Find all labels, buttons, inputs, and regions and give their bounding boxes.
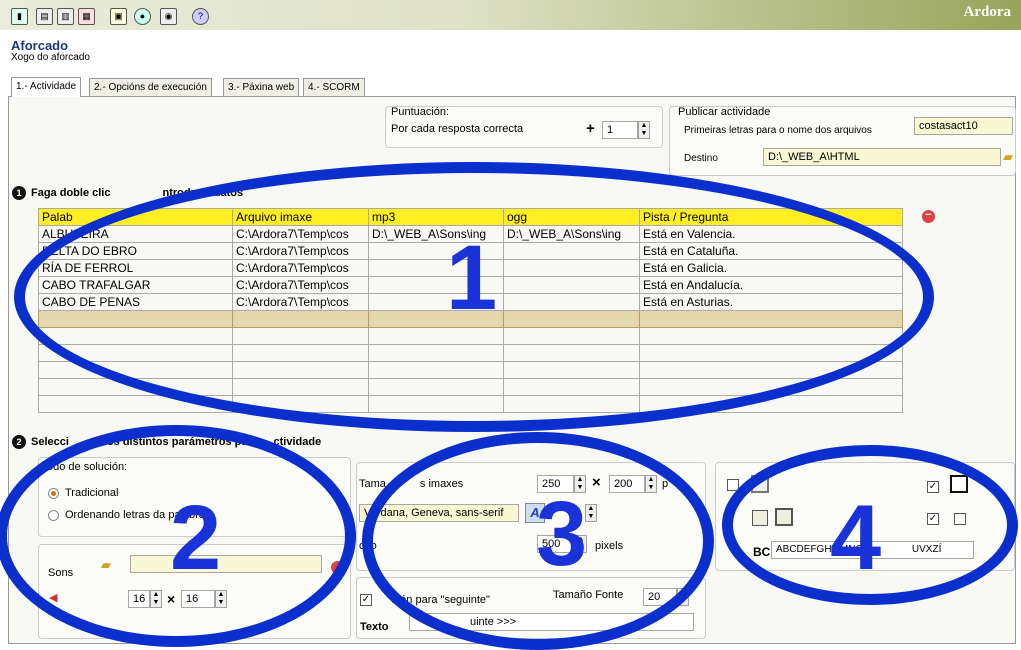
publicar-legend: Publicar actividade xyxy=(678,106,771,118)
destino-label: Destino xyxy=(684,153,718,164)
page-title: Aforcado xyxy=(11,38,69,53)
annotation-number-2: 2 xyxy=(170,487,222,589)
annotation-number-3: 3 xyxy=(536,483,588,585)
seguinte-checkbox[interactable]: ✓ xyxy=(360,594,372,606)
tab-scorm[interactable]: 4.- SCORM xyxy=(303,78,365,97)
copy-icon[interactable]: ▥ xyxy=(57,8,74,25)
publicar-box: Publicar actividade Primeiras letras par… xyxy=(669,106,1016,176)
tab-actividade[interactable]: 1.- Actividade xyxy=(11,77,82,97)
texto-label: Texto xyxy=(360,621,389,633)
puntuacion-box: Puntuación: Por cada resposta correcta +… xyxy=(385,106,663,148)
delete-row-icon[interactable]: − xyxy=(922,210,935,223)
tab-paxina-web[interactable]: 3.- Páxina web xyxy=(223,78,300,97)
plus-icon: + xyxy=(586,120,595,137)
prefix-label: Primeiras letras para o nome dos arquivo… xyxy=(684,125,872,136)
section2-number: 2 xyxy=(12,435,26,449)
section1-number: 1 xyxy=(12,186,26,200)
tab-opcions[interactable]: 2.- Opcións de execución xyxy=(89,78,212,97)
destino-input[interactable]: D:\_WEB_A\HTML xyxy=(763,148,1001,166)
folder-icon[interactable]: ▰ xyxy=(1003,149,1013,165)
annotation-number-1: 1 xyxy=(446,227,498,329)
chart-icon[interactable]: ▮ xyxy=(11,8,28,25)
app-brand: Ardora xyxy=(963,4,1012,20)
web-icon[interactable]: ● xyxy=(134,8,151,25)
puntuacion-legend: Puntuación: xyxy=(391,106,450,118)
export-icon[interactable]: ▦ xyxy=(78,8,95,25)
page-subtitle: Xogo do aforcado xyxy=(11,52,90,63)
toolbar: ▮ ▤ ▥ ▦ ▣ ● ◉ ? Ardora xyxy=(0,0,1021,30)
eye-icon[interactable]: ◉ xyxy=(160,8,177,25)
preview-icon[interactable]: ▣ xyxy=(110,8,127,25)
document-icon[interactable]: ▤ xyxy=(36,8,53,25)
help-icon[interactable]: ? xyxy=(192,8,209,25)
puntuacion-spinner[interactable]: ▲ ▼ xyxy=(638,121,650,139)
annotation-number-4: 4 xyxy=(830,487,882,589)
prefix-input[interactable]: costasact10 xyxy=(914,117,1013,135)
puntuacion-label: Por cada resposta correcta xyxy=(391,123,524,135)
puntuacion-input[interactable]: 1 xyxy=(602,121,638,139)
